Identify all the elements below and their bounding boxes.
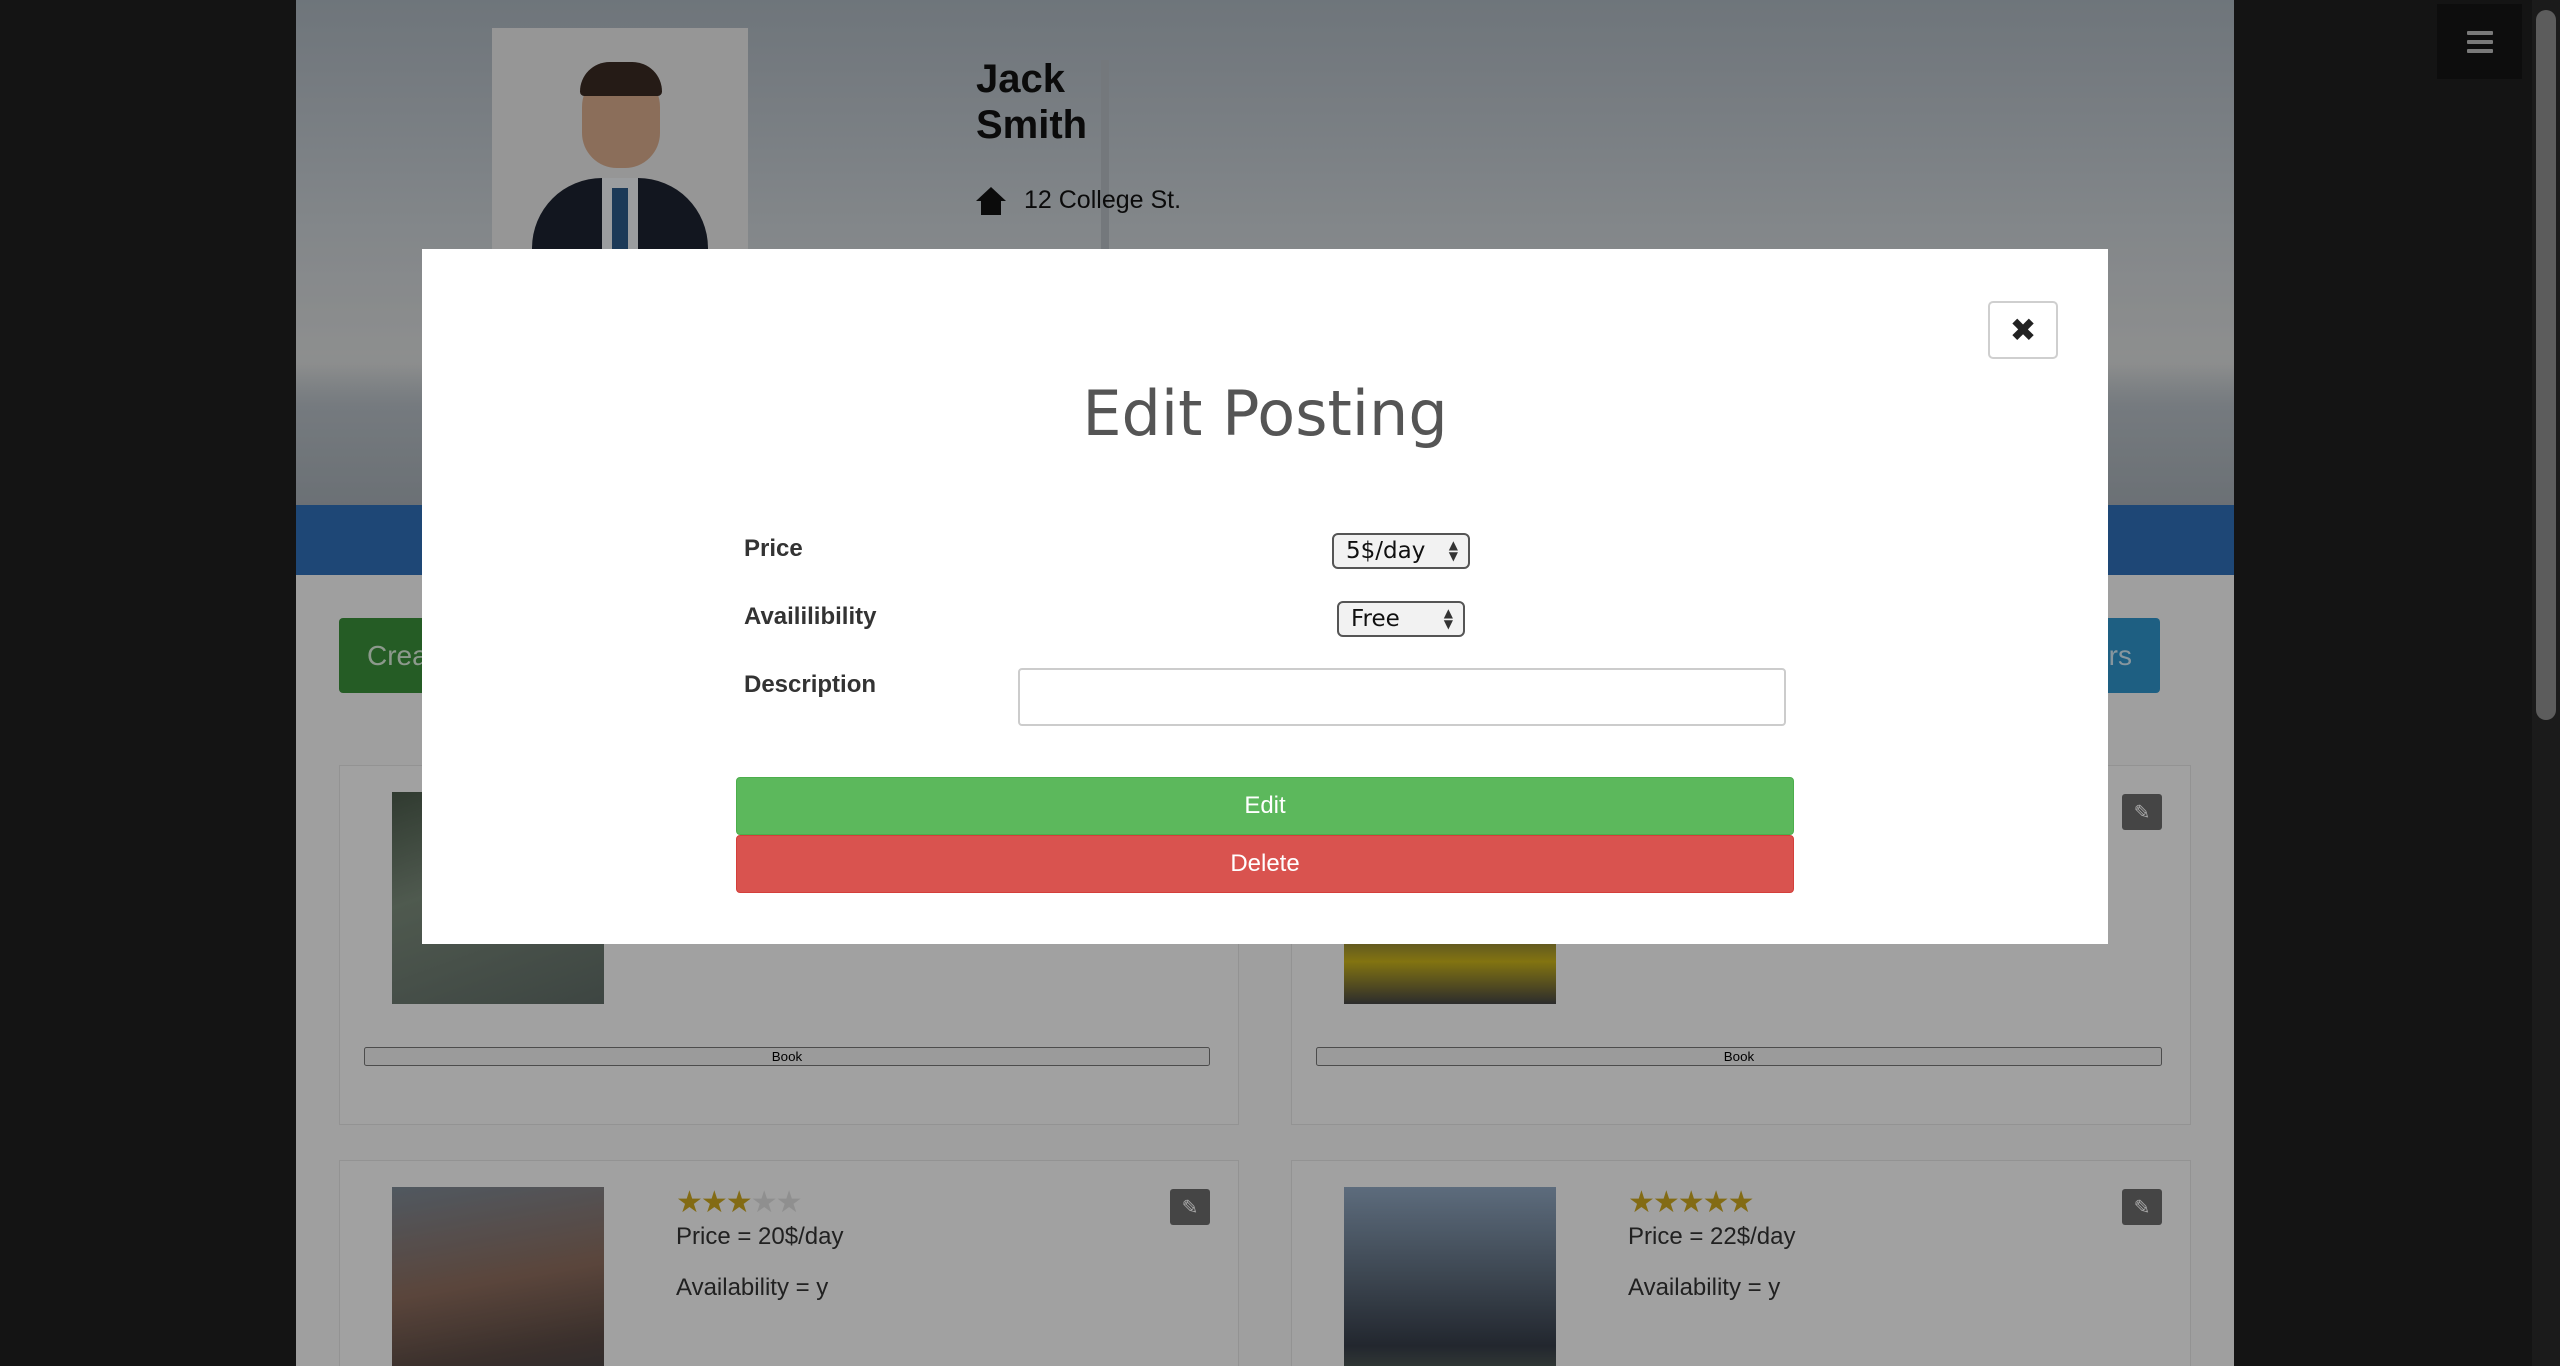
modal-title: Edit Posting xyxy=(1082,377,1448,450)
availability-select-value: Free xyxy=(1351,606,1400,632)
close-icon[interactable]: ✖ xyxy=(1988,301,2058,359)
availability-label: Availilibility xyxy=(744,603,877,630)
edit-button[interactable]: Edit xyxy=(736,777,1794,835)
availability-select[interactable]: Free ▲ ▼ xyxy=(1337,601,1465,637)
description-label: Description xyxy=(744,671,877,698)
edit-posting-modal: ✖ Edit Posting Price 5$/day ▲ ▼ Availilib… xyxy=(422,249,2108,944)
select-arrows-icon: ▲ ▼ xyxy=(1448,538,1458,563)
price-label: Price xyxy=(744,535,803,562)
description-input[interactable] xyxy=(1018,668,1786,726)
select-arrows-icon: ▲ ▼ xyxy=(1443,606,1453,631)
delete-button[interactable]: Delete xyxy=(736,835,1794,893)
price-select[interactable]: 5$/day ▲ ▼ xyxy=(1332,533,1470,569)
price-select-value: 5$/day xyxy=(1346,538,1426,564)
